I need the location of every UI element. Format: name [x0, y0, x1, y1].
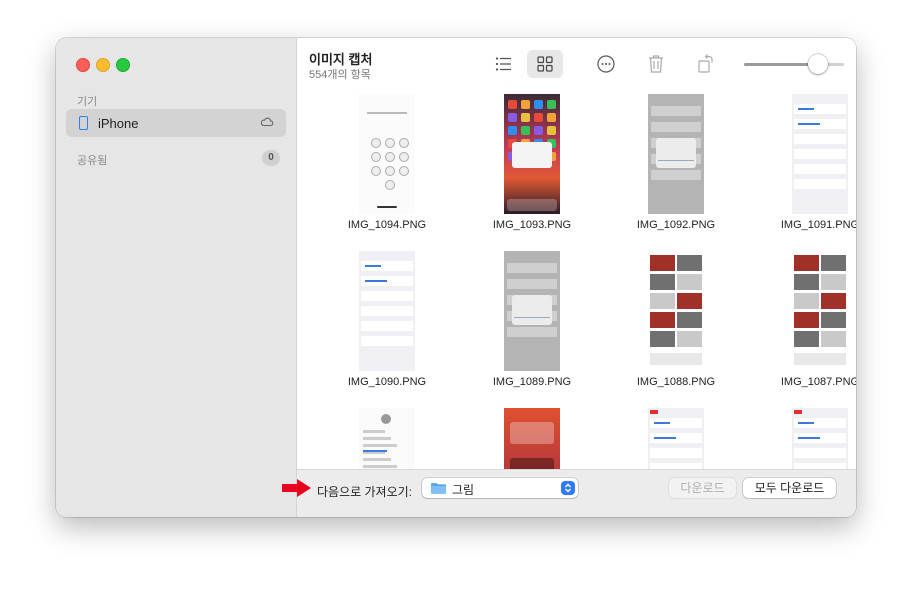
shared-count-badge: 0	[262, 150, 280, 166]
grid-view-button[interactable]	[527, 50, 563, 78]
download-all-button[interactable]: 모두 다운로드	[743, 478, 836, 498]
bottom-bar: 다음으로 가져오기: 그림 다운로드 모두 다운로드	[297, 469, 856, 517]
thumbnail-filename: IMG_1089.PNG	[492, 376, 572, 388]
delete-button[interactable]	[638, 50, 674, 78]
thumbnail-image[interactable]	[504, 251, 560, 371]
select-arrows-icon	[561, 481, 575, 495]
thumbnail-image[interactable]	[359, 251, 415, 371]
thumbnail-image[interactable]	[792, 94, 848, 214]
thumbnail-image[interactable]	[359, 408, 415, 469]
sidebar-item-iphone[interactable]: iPhone	[66, 109, 286, 137]
close-button[interactable]	[76, 58, 90, 72]
ellipsis-circle-icon	[597, 55, 615, 73]
thumbnail-filename: IMG_1093.PNG	[492, 219, 572, 231]
minimize-button[interactable]	[96, 58, 110, 72]
rotate-icon	[698, 54, 713, 73]
cloud-icon	[260, 117, 274, 127]
zoom-button[interactable]	[116, 58, 130, 72]
shared-section-label: 공유됨	[77, 155, 108, 167]
trash-icon	[649, 55, 663, 73]
zoom-slider-track[interactable]	[744, 63, 844, 66]
iphone-icon	[79, 116, 88, 130]
thumbnail-filename: IMG_1092.PNG	[636, 219, 716, 231]
thumbnail-image[interactable]	[504, 408, 560, 469]
thumbnail-image[interactable]	[648, 94, 704, 214]
thumbnail-grid: IMG_1094.PNG IMG_1093.PNG IMG_1092.PNG IMG_…	[297, 88, 856, 469]
thumbnail-filename: IMG_1090.PNG	[347, 376, 427, 388]
folder-icon	[431, 483, 446, 494]
list-view-button[interactable]	[486, 50, 522, 78]
image-capture-window: 기기 iPhone 공유됨 0 이미지 캡처 554개의 항목 IMG_1094…	[56, 38, 856, 517]
thumbnail-image[interactable]	[504, 94, 560, 214]
device-name: iPhone	[98, 116, 139, 131]
thumbnail-filename: IMG_1087.PNG	[780, 376, 856, 388]
thumbnail-image[interactable]	[792, 251, 848, 371]
toolbar: 이미지 캡처 554개의 항목	[297, 38, 856, 88]
import-to-label: 다음으로 가져오기:	[317, 485, 412, 499]
list-view-icon	[495, 57, 511, 71]
zoom-slider-knob[interactable]	[808, 54, 828, 74]
sidebar: 기기 iPhone 공유됨 0	[56, 38, 297, 517]
thumbnail-filename: IMG_1088.PNG	[636, 376, 716, 388]
grid-view-icon	[537, 56, 553, 72]
thumbnail-filename: IMG_1094.PNG	[347, 219, 427, 231]
red-arrow-icon	[282, 479, 311, 497]
thumbnail-filename: IMG_1091.PNG	[780, 219, 856, 231]
thumbnail-image[interactable]	[359, 94, 415, 214]
thumbnail-image[interactable]	[792, 408, 848, 469]
devices-section-label: 기기	[77, 96, 98, 108]
rotate-button[interactable]	[688, 50, 724, 78]
thumbnail-image[interactable]	[648, 408, 704, 469]
download-button[interactable]: 다운로드	[669, 478, 736, 498]
more-button[interactable]	[588, 50, 624, 78]
destination-select[interactable]: 그림	[422, 478, 578, 498]
destination-value: 그림	[452, 483, 475, 497]
item-count: 554개의 항목	[309, 69, 371, 81]
thumbnail-image[interactable]	[648, 251, 704, 371]
